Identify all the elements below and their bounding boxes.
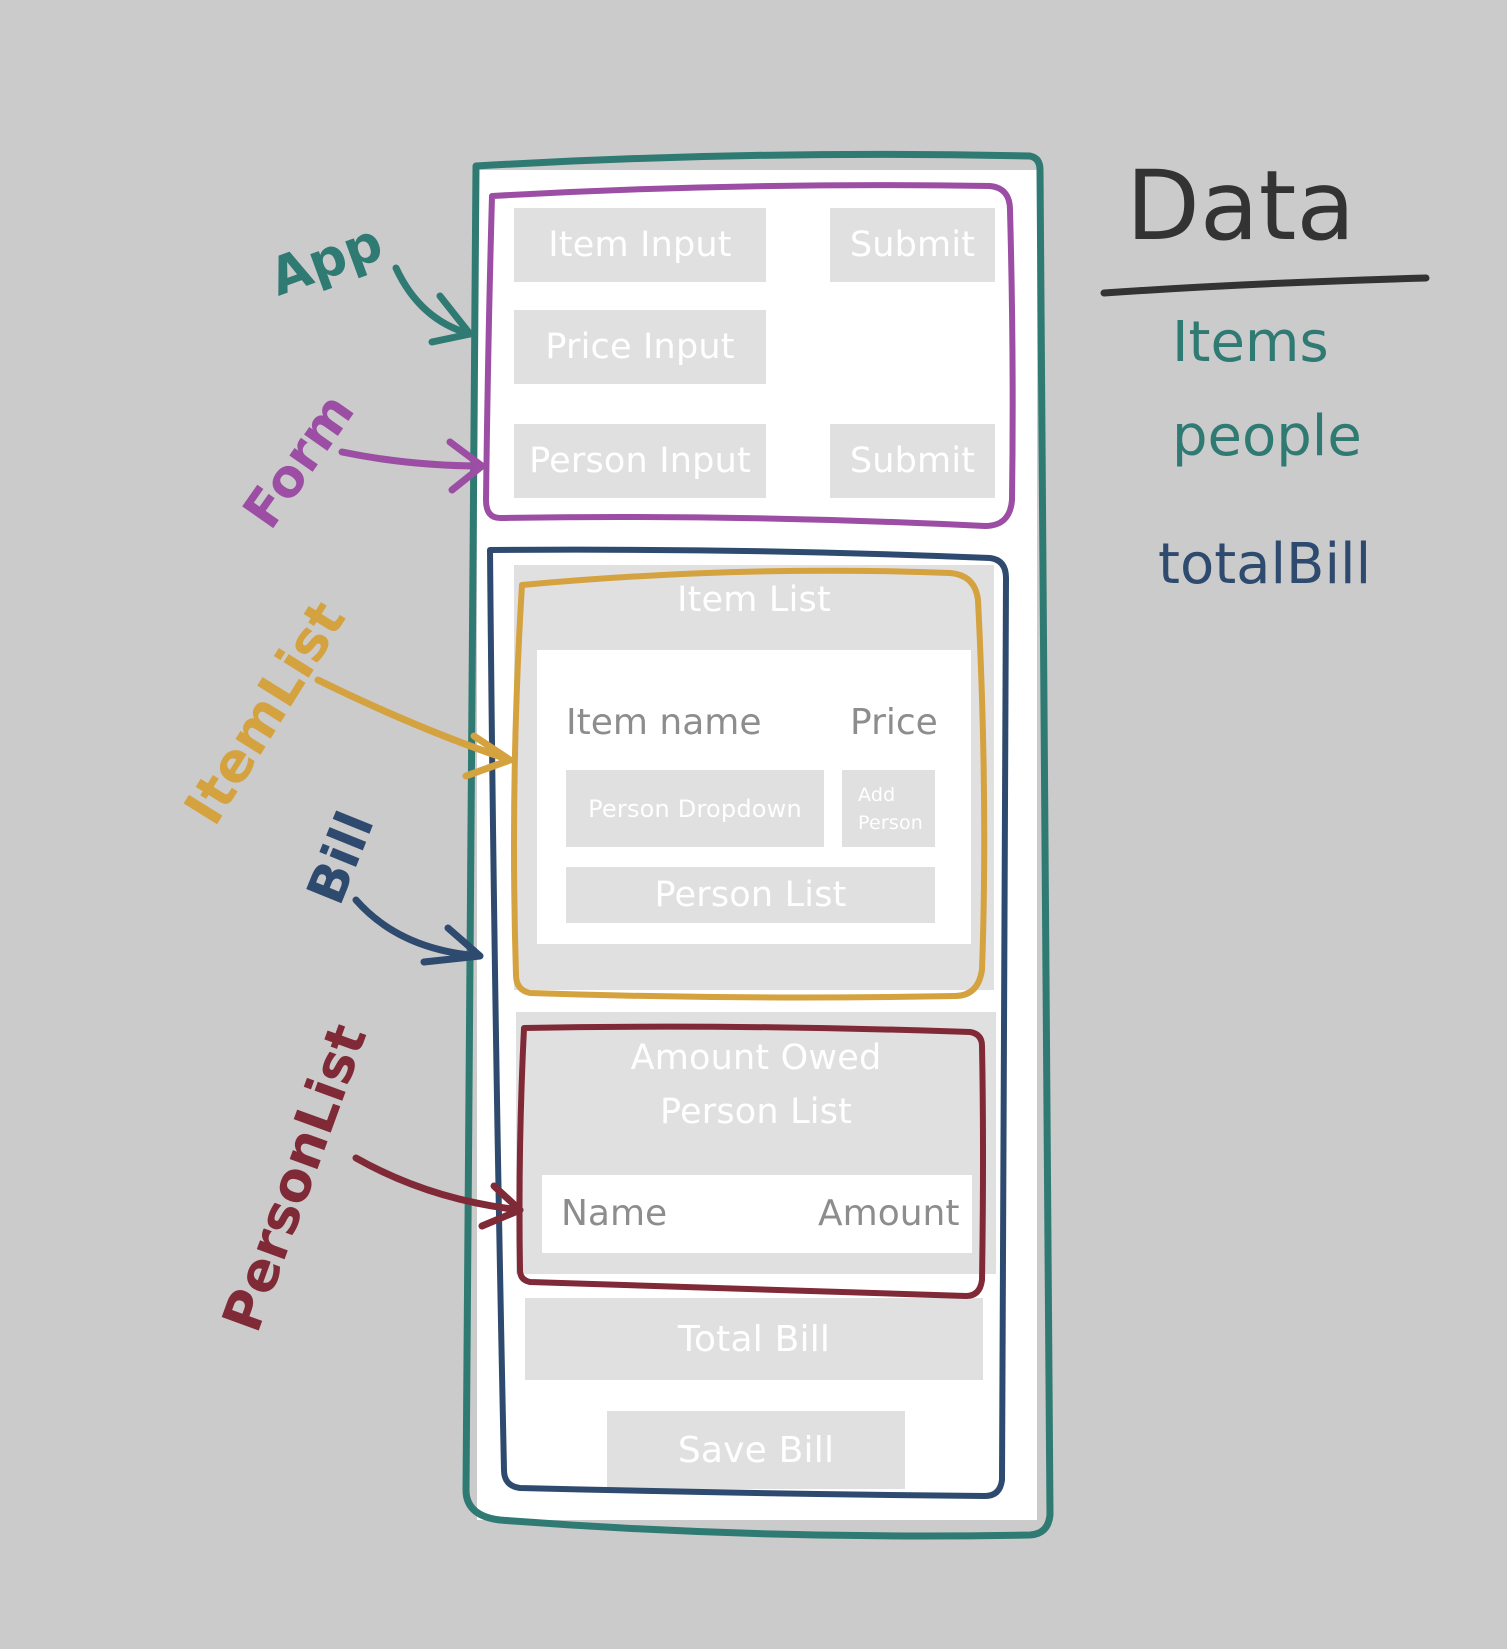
data-underline: [1100, 274, 1430, 297]
data-item-items: Items: [1172, 310, 1329, 375]
bill-outline: [487, 546, 1009, 1499]
form-outline: [483, 182, 1016, 529]
component-diagram: Item Input Submit Price Input Person Inp…: [0, 0, 1507, 1649]
data-heading: Data: [1126, 150, 1356, 262]
form-arrow: [338, 438, 486, 494]
app-outline: [462, 150, 1054, 1540]
item-list-outline: [511, 567, 988, 1001]
bill-arrow: [352, 896, 484, 966]
data-item-totalbill: totalBill: [1158, 532, 1372, 597]
person-list-outline: [516, 1023, 986, 1299]
data-item-people: people: [1172, 404, 1362, 469]
item-list-arrow: [314, 676, 514, 780]
app-arrow: [392, 264, 474, 346]
